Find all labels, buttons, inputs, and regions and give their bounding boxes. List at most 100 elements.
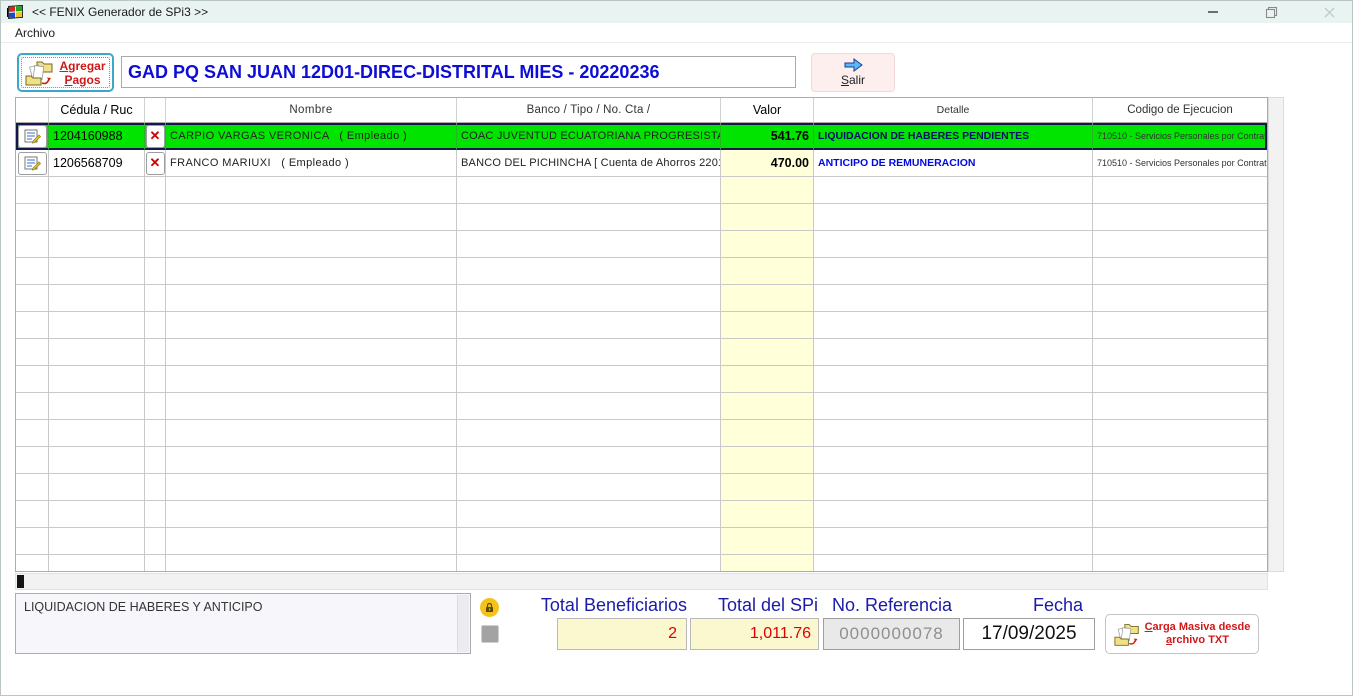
- empty-cell: [145, 555, 166, 572]
- empty-cell: [166, 501, 457, 528]
- delete-row-button[interactable]: ✕: [146, 125, 165, 148]
- empty-cell: [166, 258, 457, 285]
- empty-cell: [145, 474, 166, 501]
- empty-cell: [814, 312, 1093, 339]
- empty-cell: [814, 258, 1093, 285]
- maximize-button[interactable]: [1256, 1, 1286, 23]
- empty-cell: [721, 447, 814, 474]
- header-valor: Valor: [721, 98, 814, 123]
- empty-cell: [166, 555, 457, 572]
- empty-cell: [16, 420, 49, 447]
- table-row[interactable]: 1204160988 ✕ CARPIO VARGAS VERONICA ( Em…: [16, 123, 1267, 150]
- menubar: Archivo: [1, 23, 1352, 43]
- empty-cell: [1093, 528, 1267, 555]
- vertical-scrollbar[interactable]: [1268, 97, 1284, 572]
- empty-cell: [145, 258, 166, 285]
- empty-cell: [457, 528, 721, 555]
- empty-cell: [457, 258, 721, 285]
- cell-nombre: FRANCO MARIUXI ( Empleado ): [166, 150, 457, 177]
- textarea-scrollbar[interactable]: [457, 595, 469, 652]
- empty-cell: [457, 474, 721, 501]
- empty-cell: [721, 339, 814, 366]
- empty-cell: [457, 312, 721, 339]
- empty-cell: [457, 177, 721, 204]
- empty-cell: [814, 204, 1093, 231]
- empty-cell: [16, 366, 49, 393]
- total-beneficiarios-field: 2: [557, 618, 687, 650]
- empty-cell: [1093, 501, 1267, 528]
- edit-row-button[interactable]: [18, 152, 47, 175]
- cell-detalle: ANTICIPO DE REMUNERACION: [814, 150, 1093, 177]
- edit-row-button[interactable]: [18, 125, 47, 148]
- empty-cell: [16, 231, 49, 258]
- empty-cell: [721, 555, 814, 572]
- empty-cell: [721, 366, 814, 393]
- empty-cell: [721, 258, 814, 285]
- carga-masiva-button[interactable]: Carga Masiva desde archivo TXT: [1105, 614, 1259, 654]
- descripcion-textarea[interactable]: LIQUIDACION DE HABERES Y ANTICIPO: [15, 593, 471, 654]
- empty-cell: [49, 204, 145, 231]
- empty-cell: [721, 285, 814, 312]
- close-icon: [1323, 6, 1336, 19]
- table-row-empty: [16, 204, 1267, 231]
- lock-button[interactable]: [480, 598, 499, 617]
- empty-cell: [49, 474, 145, 501]
- empty-cell: [49, 420, 145, 447]
- empty-cell: [1093, 285, 1267, 312]
- empty-cell: [145, 366, 166, 393]
- empty-cell: [49, 528, 145, 555]
- app-window: << FENIX Generador de SPi3 >> Archivo: [0, 0, 1353, 696]
- minimize-icon: [1207, 6, 1219, 18]
- window-title: << FENIX Generador de SPi3 >>: [32, 5, 208, 19]
- salir-button[interactable]: Salir: [811, 53, 895, 92]
- agregar-line1: Agregar: [59, 59, 105, 73]
- menu-archivo[interactable]: Archivo: [11, 25, 59, 41]
- header-codigo: Codigo de Ejecucion: [1093, 98, 1267, 123]
- empty-cell: [457, 555, 721, 572]
- empty-cell: [1093, 204, 1267, 231]
- table-row-empty: [16, 177, 1267, 204]
- edit-record-icon: [24, 156, 41, 171]
- spi-title-input[interactable]: [121, 56, 796, 88]
- empty-cell: [814, 420, 1093, 447]
- empty-cell: [16, 501, 49, 528]
- empty-cell: [16, 258, 49, 285]
- carga-masiva-label: Carga Masiva desde archivo TXT: [1145, 621, 1251, 647]
- cell-codigo: 710510 - Servicios Personales por Contra…: [1093, 150, 1267, 177]
- empty-cell: [49, 312, 145, 339]
- table-row[interactable]: 1206568709 ✕ FRANCO MARIUXI ( Empleado )…: [16, 150, 1267, 177]
- table-row-empty: [16, 393, 1267, 420]
- table-row-empty: [16, 258, 1267, 285]
- gray-square-button[interactable]: [481, 625, 499, 643]
- empty-cell: [166, 420, 457, 447]
- empty-cell: [814, 231, 1093, 258]
- empty-cell: [145, 204, 166, 231]
- empty-cell: [49, 258, 145, 285]
- load-folders-icon: [25, 59, 55, 87]
- windows-logo-icon: [7, 5, 24, 20]
- cell-nombre: CARPIO VARGAS VERONICA ( Empleado ): [166, 123, 457, 150]
- delete-row-button[interactable]: ✕: [146, 152, 165, 175]
- close-button[interactable]: [1314, 1, 1344, 23]
- minimize-button[interactable]: [1198, 1, 1228, 23]
- empty-cell: [457, 204, 721, 231]
- window-controls: [1198, 1, 1344, 23]
- horizontal-scrollbar[interactable]: [15, 573, 1268, 590]
- empty-cell: [49, 339, 145, 366]
- table-row-empty: [16, 555, 1267, 572]
- empty-cell: [49, 447, 145, 474]
- agregar-pagos-button[interactable]: Agregar Pagos: [17, 53, 114, 92]
- empty-cell: [814, 501, 1093, 528]
- empty-cell: [721, 231, 814, 258]
- empty-cell: [16, 339, 49, 366]
- empty-cell: [1093, 393, 1267, 420]
- empty-cell: [814, 447, 1093, 474]
- no-referencia-label: No. Referencia: [823, 595, 961, 617]
- empty-cell: [49, 231, 145, 258]
- horizontal-scrollbar-thumb[interactable]: [17, 575, 24, 588]
- empty-cell: [145, 501, 166, 528]
- cell-codigo: 710510 - Servicios Personales por Contra…: [1093, 123, 1267, 150]
- header-nombre: Nombre: [166, 98, 457, 123]
- empty-cell: [166, 474, 457, 501]
- fecha-field[interactable]: 17/09/2025: [963, 618, 1095, 650]
